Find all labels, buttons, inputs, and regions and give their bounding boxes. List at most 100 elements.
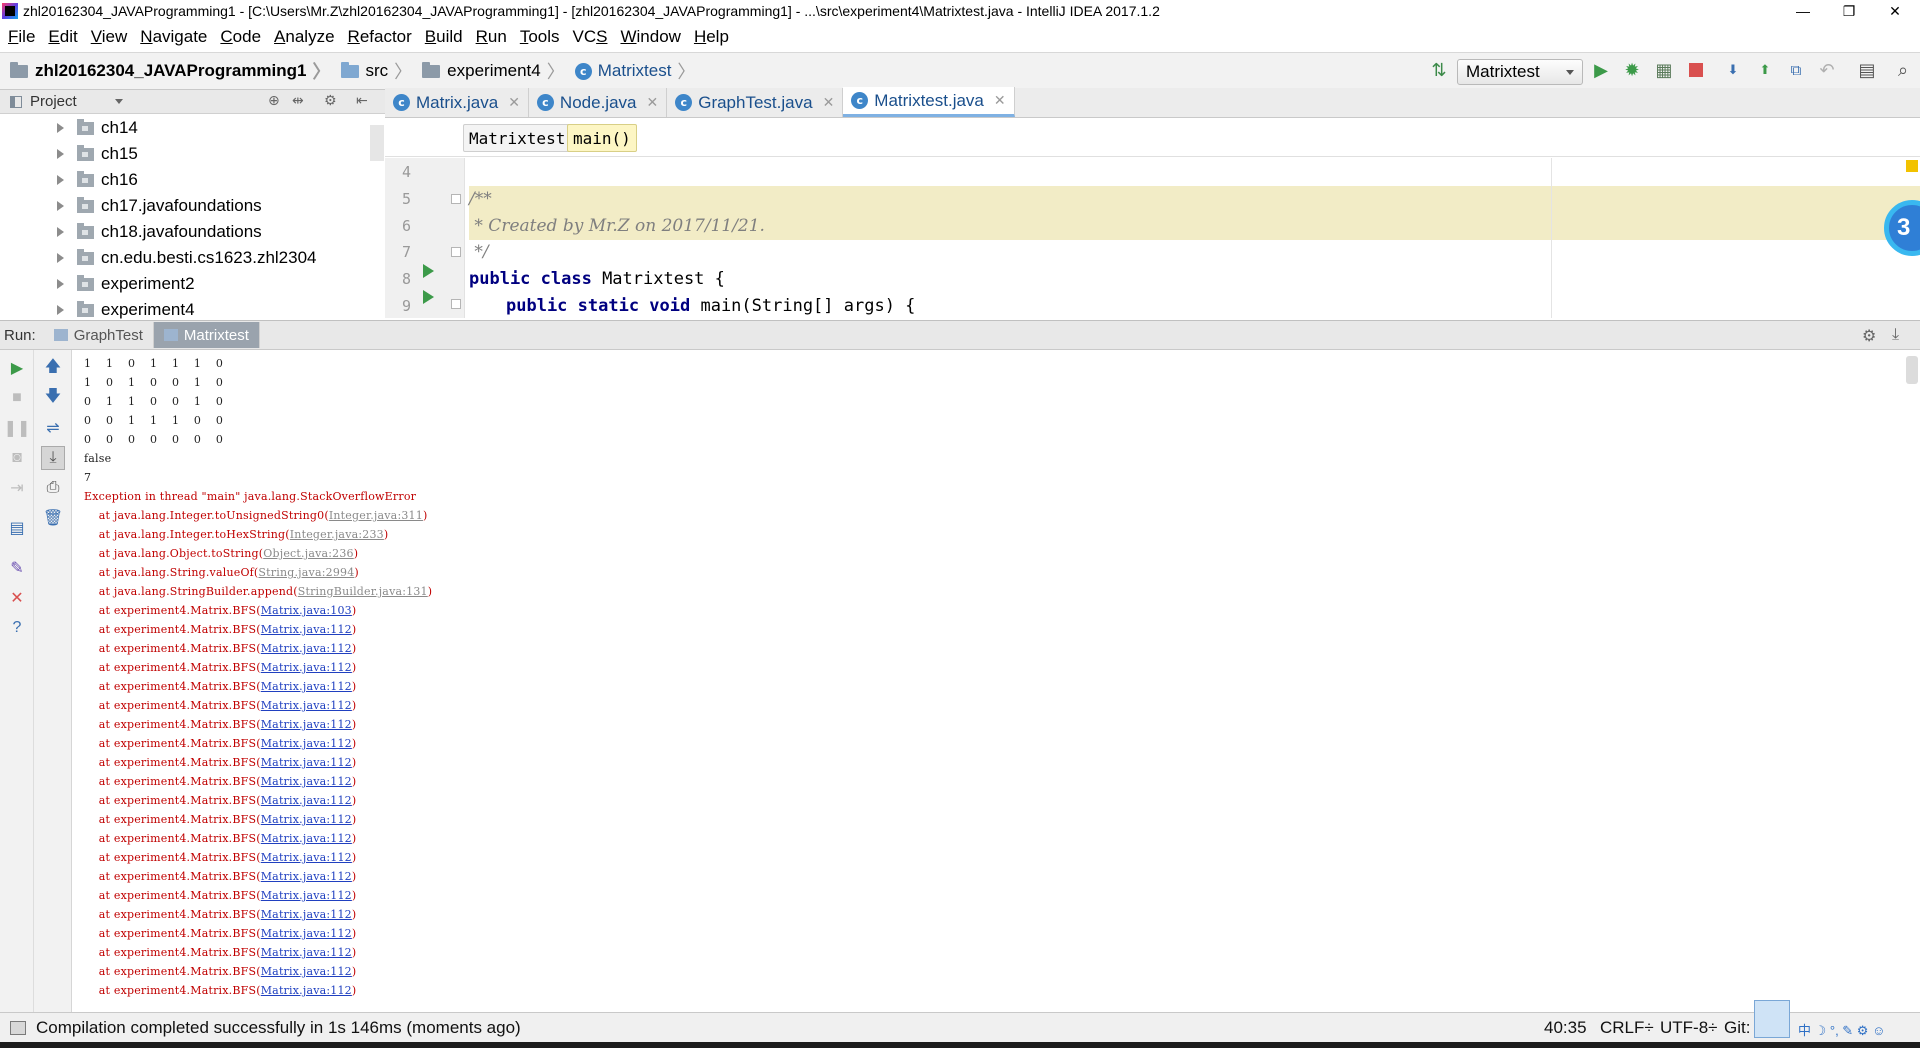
print-icon[interactable]: ⎙: [41, 476, 65, 500]
scroll-to-end-icon[interactable]: ⤓: [41, 446, 65, 470]
compare-icon[interactable]: ⧉: [1785, 58, 1807, 82]
expand-arrow-icon[interactable]: [57, 279, 64, 289]
tree-item[interactable]: ch18.javafoundations: [0, 219, 262, 245]
source-link[interactable]: Matrix.java:112: [261, 718, 352, 731]
run-main-gutter-icon[interactable]: [423, 290, 434, 304]
fold-toggle-icon[interactable]: [451, 247, 461, 257]
source-link[interactable]: Matrix.java:112: [261, 908, 352, 921]
line-separator[interactable]: CRLF÷: [1600, 1018, 1654, 1038]
layout-icon[interactable]: ▤: [5, 516, 29, 540]
restore-button[interactable]: ❐: [1826, 0, 1872, 22]
menu-edit[interactable]: Edit: [44, 27, 86, 47]
menu-help[interactable]: Help: [690, 27, 738, 47]
expand-arrow-icon[interactable]: [57, 253, 64, 263]
source-link[interactable]: Integer.java:311: [329, 509, 423, 522]
menu-build[interactable]: Build: [421, 27, 472, 47]
tree-item[interactable]: experiment2: [0, 271, 195, 297]
source-link[interactable]: Matrix.java:112: [261, 775, 352, 788]
fold-toggle-icon[interactable]: [451, 299, 461, 309]
tree-item[interactable]: ch17.javafoundations: [0, 193, 262, 219]
breadcrumb-src[interactable]: src 〉: [340, 58, 412, 84]
tree-item[interactable]: ch16: [0, 167, 138, 193]
tree-item[interactable]: ch14: [0, 115, 138, 141]
ime-toolbar[interactable]: 中 ☽ °, ✎ ⚙ ☺: [1798, 1020, 1885, 1039]
source-link[interactable]: Matrix.java:112: [261, 965, 352, 978]
menu-file[interactable]: File: [4, 27, 44, 47]
dump-threads-icon[interactable]: ◙: [5, 446, 29, 470]
editor-crumb-method[interactable]: main(): [567, 124, 637, 152]
revert-icon[interactable]: ↶: [1816, 58, 1838, 82]
locate-icon[interactable]: ⊕: [268, 92, 280, 109]
vcs-commit-icon[interactable]: ⬆: [1754, 58, 1776, 82]
source-link[interactable]: String.java:2994: [258, 566, 354, 579]
breadcrumb-project[interactable]: zhl20162304_JAVAProgramming1 〉: [10, 58, 331, 84]
pin-icon[interactable]: ✎: [5, 556, 29, 580]
panel-splitter[interactable]: [370, 125, 384, 161]
menu-vcs[interactable]: VCS: [569, 27, 617, 47]
pause-icon[interactable]: ❚❚: [4, 416, 31, 440]
coverage-icon[interactable]: ▦: [1653, 58, 1675, 82]
arrow-up-icon[interactable]: 🡅: [41, 356, 65, 380]
caret-position[interactable]: 40:35: [1544, 1018, 1587, 1038]
expand-arrow-icon[interactable]: [57, 149, 64, 159]
code-editor[interactable]: 4 5 6 7 8 9 /** * Created by Mr.Z on 201…: [385, 158, 1920, 318]
source-link[interactable]: Matrix.java:112: [261, 699, 352, 712]
source-link[interactable]: Matrix.java:112: [261, 737, 352, 750]
tree-item[interactable]: ch15: [0, 141, 138, 167]
source-link[interactable]: Object.java:236: [263, 547, 354, 560]
menu-code[interactable]: Code: [216, 27, 270, 47]
project-structure-icon[interactable]: ▤: [1856, 58, 1878, 82]
gear-icon[interactable]: ⚙: [324, 92, 337, 109]
debug-icon[interactable]: ✹: [1621, 58, 1643, 82]
warning-marker-icon[interactable]: [1906, 160, 1918, 172]
expand-arrow-icon[interactable]: [57, 227, 64, 237]
source-link[interactable]: Matrix.java:112: [261, 946, 352, 959]
source-link[interactable]: Matrix.java:112: [261, 889, 352, 902]
menu-run[interactable]: Run: [472, 27, 516, 47]
search-icon[interactable]: ⌕: [1892, 58, 1914, 82]
source-link[interactable]: StringBuilder.java:131: [298, 585, 428, 598]
close-tab-icon[interactable]: ✕: [508, 94, 520, 111]
run-tab[interactable]: Matrixtest: [153, 322, 260, 348]
exit-icon[interactable]: ⇥: [5, 476, 29, 500]
tree-item[interactable]: experiment4: [0, 297, 195, 320]
expand-arrow-icon[interactable]: [57, 201, 64, 211]
expand-arrow-icon[interactable]: [57, 175, 64, 185]
breadcrumb-package[interactable]: experiment4 〉: [422, 58, 565, 84]
soft-wrap-icon[interactable]: ⇌: [41, 416, 65, 440]
project-view-select[interactable]: Project: [10, 93, 123, 110]
editor-tab[interactable]: c Matrix.java ✕: [385, 88, 529, 117]
run-class-gutter-icon[interactable]: [423, 264, 434, 278]
collapse-all-icon[interactable]: ⇹: [292, 92, 304, 109]
menu-analyze[interactable]: Analyze: [270, 27, 343, 47]
trash-icon[interactable]: 🗑: [41, 506, 65, 530]
source-link[interactable]: Matrix.java:112: [261, 680, 352, 693]
tree-item[interactable]: cn.edu.besti.cs1623.zhl2304: [0, 245, 317, 271]
menu-navigate[interactable]: Navigate: [136, 27, 216, 47]
source-link[interactable]: Matrix.java:112: [261, 623, 352, 636]
source-link[interactable]: Matrix.java:103: [261, 604, 352, 617]
arrow-down-icon[interactable]: 🡇: [41, 386, 65, 410]
source-link[interactable]: Matrix.java:112: [261, 927, 352, 940]
source-link[interactable]: Matrix.java:112: [261, 813, 352, 826]
source-link[interactable]: Matrix.java:112: [261, 870, 352, 883]
rerun-icon[interactable]: ▶: [5, 356, 29, 380]
editor-tab[interactable]: c GraphTest.java ✕: [667, 88, 844, 117]
run-icon[interactable]: ▶: [1590, 58, 1612, 82]
close-tab-icon[interactable]: ✕: [823, 94, 835, 111]
source-link[interactable]: Matrix.java:112: [261, 661, 352, 674]
avatar[interactable]: [1754, 1000, 1790, 1038]
source-link[interactable]: Matrix.java:112: [261, 794, 352, 807]
menu-window[interactable]: Window: [616, 27, 689, 47]
source-link[interactable]: Matrix.java:112: [261, 642, 352, 655]
gear-icon[interactable]: ⚙: [1862, 326, 1876, 346]
expand-arrow-icon[interactable]: [57, 123, 64, 133]
stop-icon[interactable]: ■: [5, 386, 29, 410]
fold-toggle-icon[interactable]: [451, 194, 461, 204]
console-output[interactable]: 1 0 1 0 1 0 0 1 1 0 1 1 1 0 1 0 1 0 0 1 0 0…: [72, 350, 1920, 1012]
source-link[interactable]: Matrix.java:112: [261, 832, 352, 845]
minimize-button[interactable]: —: [1780, 0, 1826, 22]
file-encoding[interactable]: UTF-8÷: [1660, 1018, 1718, 1038]
source-link[interactable]: Matrix.java:112: [261, 984, 352, 997]
hide-panel-icon[interactable]: ⇤: [356, 92, 368, 109]
